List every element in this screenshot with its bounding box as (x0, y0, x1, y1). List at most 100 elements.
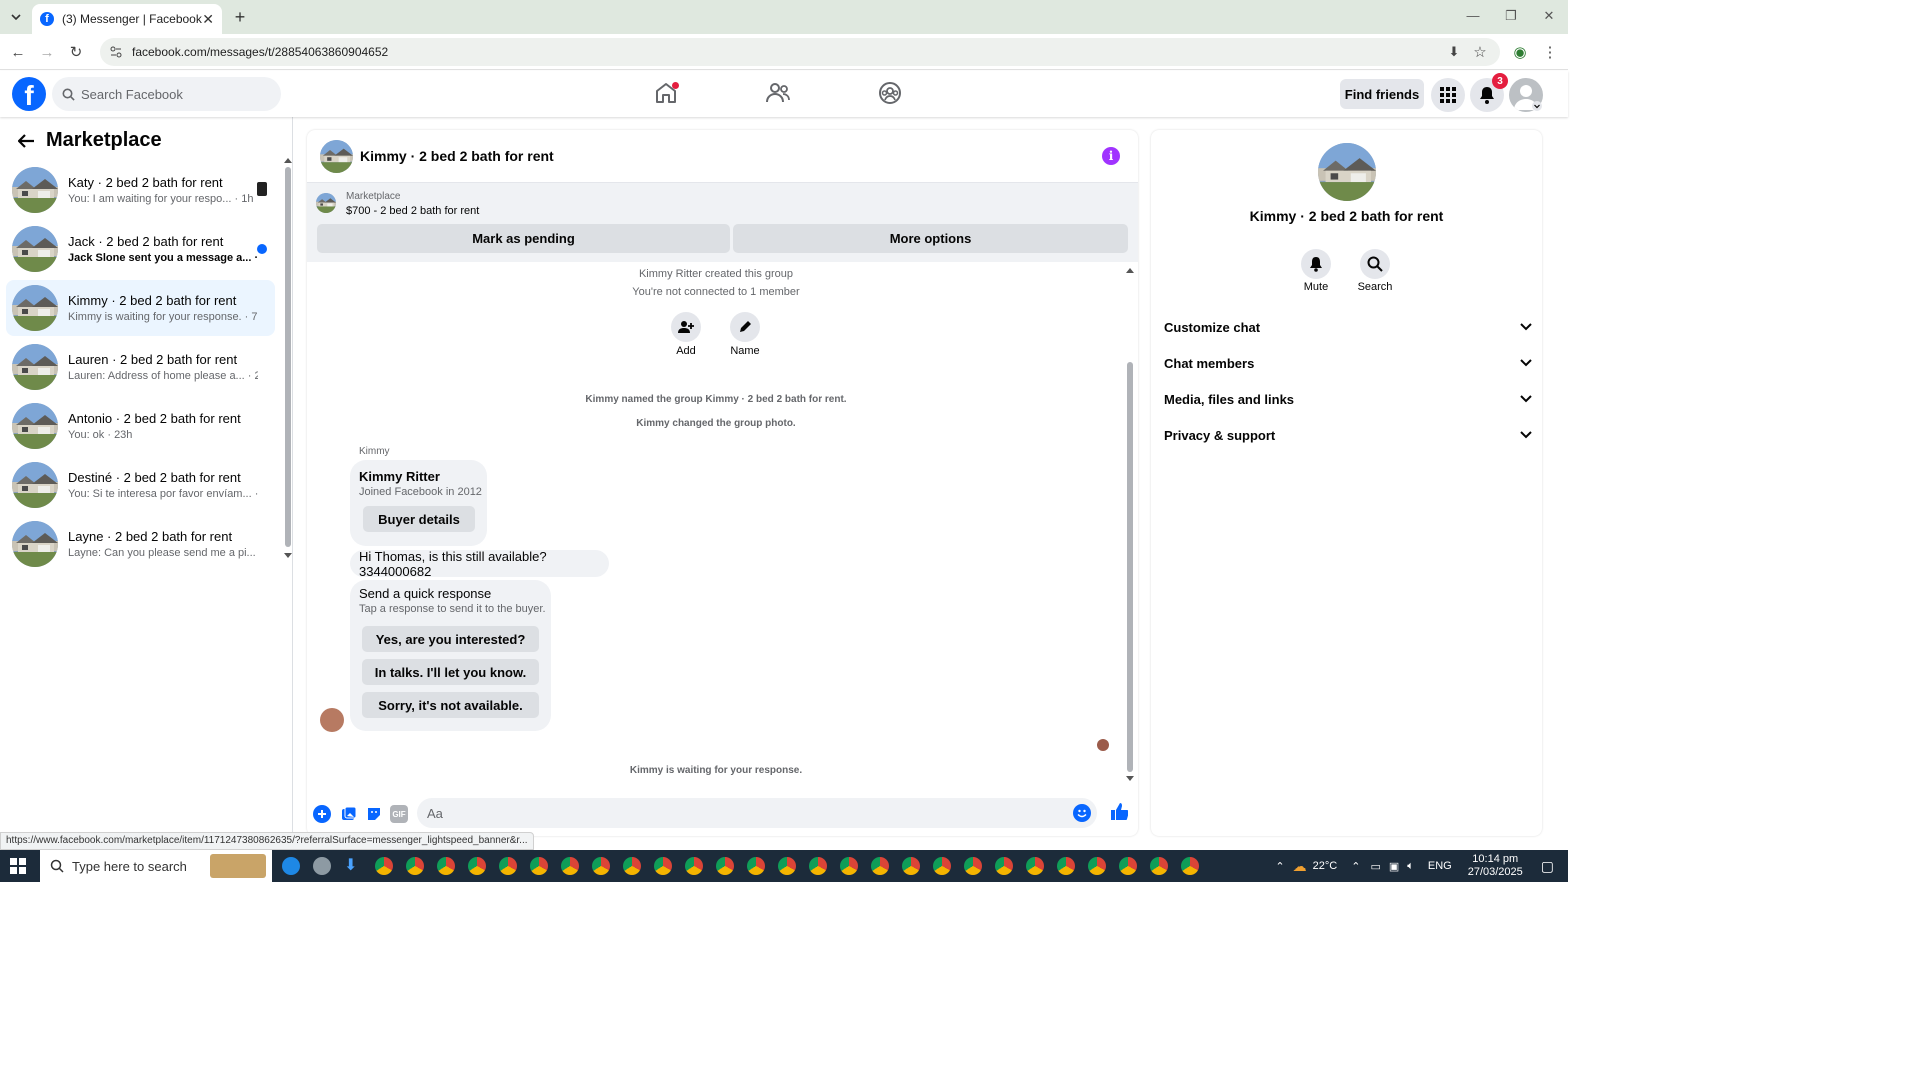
chrome-window-icon[interactable] (1150, 857, 1168, 875)
chrome-window-icon[interactable] (375, 857, 393, 875)
chrome-window-icon[interactable] (1057, 857, 1075, 875)
browser-tab[interactable]: f (3) Messenger | Facebook ✕ (32, 4, 222, 34)
chrome-window-icon[interactable] (468, 857, 486, 875)
message-input-box[interactable] (417, 798, 1097, 828)
chat-scrollbar[interactable] (1126, 267, 1134, 782)
listing-thumbnail[interactable] (316, 193, 336, 213)
conversation-item[interactable]: Antonio · 2 bed 2 bath for rent You: ok ·… (6, 398, 275, 454)
notification-center-icon[interactable]: ▢ (1541, 858, 1554, 875)
chrome-window-icon[interactable] (406, 857, 424, 875)
chrome-window-icon[interactable] (995, 857, 1013, 875)
conversation-item[interactable]: Lauren · 2 bed 2 bath for rent Lauren: Ad… (6, 339, 275, 395)
mark-as-pending-button[interactable]: Mark as pending (317, 224, 730, 253)
edge-browser-icon[interactable] (282, 857, 300, 875)
browser-menu-icon[interactable]: ⋮ (1540, 42, 1560, 62)
group-photo-large[interactable] (1318, 143, 1376, 201)
quick-response-not-available[interactable]: Sorry, it's not available. (362, 692, 539, 718)
sender-avatar[interactable] (320, 708, 344, 732)
sticker-icon[interactable] (365, 805, 383, 823)
app-icon[interactable] (313, 857, 331, 875)
chrome-window-icon[interactable] (437, 857, 455, 875)
thumbs-up-icon[interactable] (1110, 803, 1128, 821)
gif-icon[interactable]: GIF (390, 805, 408, 823)
add-member-button[interactable] (671, 312, 701, 342)
chat-title[interactable]: Kimmy · 2 bed 2 bath for rent (360, 148, 554, 164)
emoji-icon[interactable] (1073, 804, 1091, 822)
chrome-window-icon[interactable] (561, 857, 579, 875)
mute-button[interactable] (1301, 249, 1331, 279)
chrome-window-icon[interactable] (964, 857, 982, 875)
close-tab-icon[interactable]: ✕ (202, 11, 214, 28)
site-info-icon[interactable] (110, 46, 122, 58)
info-section-privacy-support[interactable]: Privacy & support (1164, 424, 1532, 446)
clock[interactable]: 10:14 pm 27/03/2025 (1468, 853, 1523, 879)
info-icon[interactable]: i (1102, 147, 1120, 165)
chrome-window-icon[interactable] (654, 857, 672, 875)
chrome-window-icon[interactable] (933, 857, 951, 875)
conversation-item[interactable]: Katy · 2 bed 2 bath for rent You: I am wa… (6, 162, 275, 218)
back-arrow-icon[interactable] (18, 133, 34, 148)
network-icon[interactable]: ▣ (1389, 860, 1399, 873)
temperature[interactable]: 22°C (1313, 860, 1338, 872)
account-chevron-icon[interactable] (1532, 101, 1542, 111)
reload-icon[interactable]: ↻ (66, 42, 86, 62)
minimize-icon[interactable]: — (1458, 8, 1488, 23)
name-group-button[interactable] (730, 312, 760, 342)
message-input[interactable] (427, 805, 1047, 821)
show-hidden-icons-icon[interactable]: ⌃ (1351, 860, 1360, 873)
chrome-window-icon[interactable] (1119, 857, 1137, 875)
profile-icon[interactable]: ◉ (1510, 42, 1530, 62)
chrome-window-icon[interactable] (747, 857, 765, 875)
info-section-chat-members[interactable]: Chat members (1164, 352, 1532, 374)
chrome-window-icon[interactable] (592, 857, 610, 875)
meet-now-icon[interactable]: ▭ (1370, 860, 1380, 873)
menu-grid-icon[interactable] (1431, 78, 1465, 112)
group-photo[interactable] (320, 139, 353, 173)
language-indicator[interactable]: ENG (1428, 860, 1452, 872)
chrome-window-icon[interactable] (902, 857, 920, 875)
chrome-window-icon[interactable] (871, 857, 889, 875)
chrome-window-icon[interactable] (716, 857, 734, 875)
chrome-window-icon[interactable] (685, 857, 703, 875)
listing-price-title[interactable]: $700 - 2 bed 2 bath for rent (346, 205, 479, 217)
conversation-item[interactable]: Kimmy · 2 bed 2 bath for rent Kimmy is wa… (6, 280, 275, 336)
facebook-logo[interactable]: f (12, 77, 46, 111)
close-window-icon[interactable]: ✕ (1534, 8, 1564, 24)
message-bubble[interactable]: Hi Thomas, is this still available? 3344… (350, 549, 609, 579)
plus-circle-icon[interactable] (313, 805, 331, 823)
find-friends-button[interactable]: Find friends (1340, 79, 1424, 109)
restore-icon[interactable]: ❐ (1496, 8, 1526, 24)
quick-response-in-talks[interactable]: In talks. I'll let you know. (362, 659, 539, 685)
weather-icon[interactable]: ☁ (1293, 858, 1307, 875)
bookmark-star-icon[interactable]: ☆ (1470, 42, 1490, 62)
new-tab-button[interactable]: + (230, 7, 250, 28)
tab-list-button[interactable] (6, 7, 26, 27)
chrome-window-icon[interactable] (623, 857, 641, 875)
info-section-customize-chat[interactable]: Customize chat (1164, 316, 1532, 338)
url-bar[interactable]: facebook.com/messages/t/2885406386090465… (100, 38, 1500, 66)
friends-icon[interactable] (764, 79, 792, 107)
info-section-media-files-and-links[interactable]: Media, files and links (1164, 388, 1532, 410)
chat-list-scrollbar[interactable] (284, 157, 292, 558)
downloads-icon[interactable]: ⬇ (344, 857, 362, 875)
chrome-window-icon[interactable] (1026, 857, 1044, 875)
buyer-details-button[interactable]: Buyer details (363, 506, 475, 532)
install-app-icon[interactable]: ⬇ (1444, 42, 1464, 62)
conversation-item[interactable]: Destiné · 2 bed 2 bath for rent You: Si t… (6, 457, 275, 513)
back-icon[interactable]: ← (8, 42, 28, 62)
quick-response-yes[interactable]: Yes, are you interested? (362, 626, 539, 652)
conversation-item[interactable]: Layne · 2 bed 2 bath for rent Layne: Can … (6, 516, 275, 572)
search-chat-button[interactable] (1360, 249, 1390, 279)
chrome-window-icon[interactable] (778, 857, 796, 875)
chrome-window-icon[interactable] (840, 857, 858, 875)
volume-icon[interactable]: 🔈︎ (1407, 860, 1414, 873)
more-options-button[interactable]: More options (733, 224, 1128, 253)
windows-start-icon[interactable] (10, 858, 26, 874)
chrome-window-icon[interactable] (530, 857, 548, 875)
chrome-window-icon[interactable] (809, 857, 827, 875)
search-box[interactable] (52, 77, 281, 111)
chrome-window-icon[interactable] (1181, 857, 1199, 875)
chrome-window-icon[interactable] (1088, 857, 1106, 875)
photo-icon[interactable] (340, 805, 358, 823)
groups-icon[interactable] (876, 79, 904, 107)
